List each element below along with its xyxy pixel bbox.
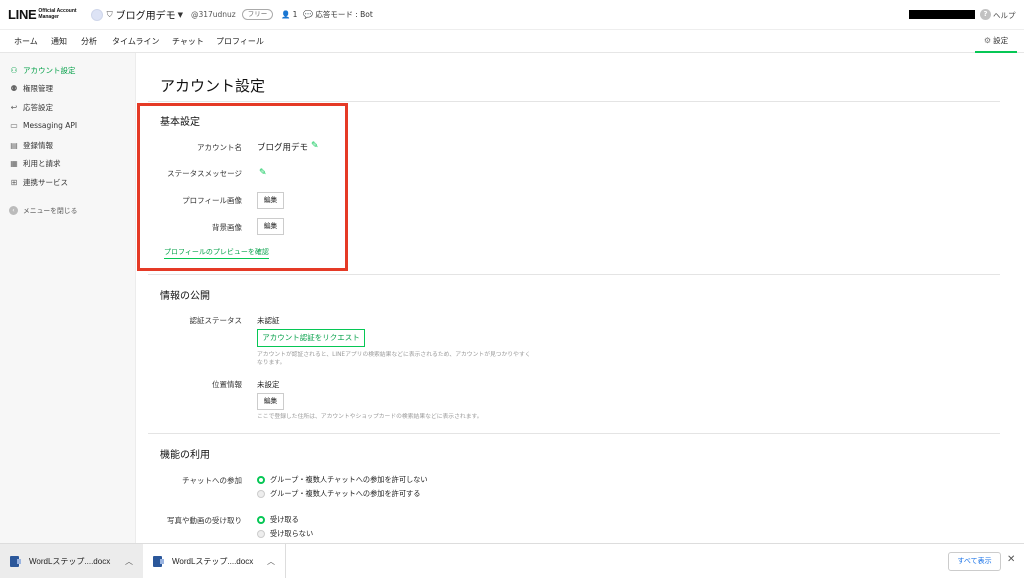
- download-item[interactable]: WordLステップ....docx ︿: [143, 544, 286, 578]
- help-icon[interactable]: ?: [980, 9, 991, 20]
- radio-unselected[interactable]: [257, 490, 265, 498]
- radio-label: 受け取る: [270, 515, 299, 524]
- sidebar: ⚇ アカウント設定 ⚉ 権限管理 ↩ 応答設定 ▭ Messaging API …: [0, 53, 136, 543]
- location-value: 未設定: [257, 380, 280, 389]
- logo-main: LINE: [8, 7, 37, 22]
- nav-timeline[interactable]: タイムライン: [112, 36, 159, 47]
- verify-status-label: 認証ステータス: [189, 316, 243, 325]
- reply-icon: ↩: [10, 103, 18, 112]
- divider: [148, 433, 1000, 434]
- nav-analytics[interactable]: 分析: [81, 36, 97, 47]
- verify-hint: アカウントが認証されると、LINEアプリの検索結果などに表示されるため、アカウン…: [257, 351, 531, 367]
- radio-selected[interactable]: [257, 476, 265, 484]
- sidebar-item-label: アカウント設定: [23, 66, 76, 75]
- section-public-title: 情報の公開: [160, 291, 210, 302]
- nav-profile[interactable]: プロフィール: [216, 36, 264, 47]
- user-icon: ⚇: [10, 66, 18, 75]
- verify-status-value: 未認証: [257, 316, 280, 325]
- account-avatar[interactable]: [90, 8, 103, 21]
- account-id: @317udnuz: [190, 10, 236, 19]
- logo-sub: Official Account Manager: [38, 8, 76, 20]
- sidebar-item-response[interactable]: ↩ 応答設定: [9, 102, 53, 113]
- request-verification-button[interactable]: アカウント認証をリクエスト: [257, 329, 365, 347]
- redacted-user-name[interactable]: [909, 10, 975, 19]
- chevron-up-icon[interactable]: ︿: [125, 556, 133, 567]
- section-features-title: 機能の利用: [160, 450, 210, 461]
- gear-icon: ⚙: [983, 36, 992, 45]
- top-bar: LINE Official Account Manager ⛉ ブログ用デモ ▼…: [0, 0, 1024, 30]
- nav-home[interactable]: ホーム: [14, 36, 38, 47]
- users-icon: ⚉: [10, 84, 18, 93]
- sidebar-item-permissions[interactable]: ⚉ 権限管理: [9, 83, 53, 94]
- word-doc-icon: [10, 556, 21, 567]
- location-hint: ここで登録した住所は、アカウントやショップカードの検索結果などに表示されます。: [257, 414, 483, 420]
- sidebar-item-billing[interactable]: ▦ 利用と請求: [9, 158, 61, 169]
- word-doc-icon: [153, 556, 164, 567]
- member-icon: 👤: [281, 10, 291, 19]
- location-edit-button[interactable]: 編集: [257, 393, 284, 410]
- verify-hint-line2: なります。: [257, 360, 286, 366]
- plan-badge: フリー: [241, 9, 274, 20]
- chat-join-option-allow[interactable]: グループ・複数人チャットへの参加を許可する: [257, 489, 420, 499]
- verify-hint-line1: アカウントが認証されると、LINEアプリの検索結果などに表示されるため、アカウン…: [257, 352, 531, 358]
- location-label: 位置情報: [212, 380, 242, 389]
- sidebar-item-label: 登録情報: [23, 141, 53, 150]
- close-menu-label: メニューを閉じる: [23, 207, 78, 215]
- response-mode[interactable]: 応答モード : Bot: [315, 9, 372, 20]
- sidebar-item-label: 権限管理: [23, 84, 53, 93]
- chevron-up-icon[interactable]: ︿: [267, 556, 275, 567]
- download-item[interactable]: WordLステップ....docx ︿: [0, 544, 143, 578]
- page-title: アカウント設定: [160, 77, 266, 95]
- nav-settings[interactable]: ⚙ 設定: [975, 30, 1017, 53]
- message-icon: ▭: [10, 121, 18, 130]
- close-menu-button[interactable]: ‹ メニューを閉じる: [9, 205, 77, 215]
- divider: [148, 274, 1000, 275]
- media-receive-option-yes[interactable]: 受け取る: [257, 515, 299, 525]
- divider: [148, 101, 1000, 102]
- link-service-icon: ⊞: [10, 178, 18, 187]
- download-filename: WordLステップ....docx: [172, 557, 254, 566]
- chevron-left-icon: ‹: [9, 205, 18, 215]
- download-bar: WordLステップ....docx ︿ WordLステップ....docx ︿ …: [0, 543, 1024, 578]
- nav-settings-label: 設定: [993, 36, 1009, 45]
- shield-icon: ⛉: [106, 9, 113, 19]
- media-receive-option-no[interactable]: 受け取らない: [257, 529, 313, 539]
- nav-notifications[interactable]: 通知: [51, 36, 67, 47]
- radio-label: グループ・複数人チャットへの参加を許可しない: [270, 475, 428, 484]
- sidebar-item-label: 連携サービス: [23, 178, 68, 187]
- line-logo[interactable]: LINE Official Account Manager: [8, 7, 77, 22]
- document-icon: ▤: [10, 141, 18, 150]
- sidebar-item-services[interactable]: ⊞ 連携サービス: [9, 177, 68, 188]
- download-filename: WordLステップ....docx: [29, 557, 111, 566]
- invoice-icon: ▦: [10, 159, 18, 168]
- chat-join-label: チャットへの参加: [182, 476, 242, 485]
- chevron-down-icon[interactable]: ▼: [178, 11, 183, 19]
- account-name[interactable]: ブログ用デモ: [116, 7, 176, 22]
- nav-chat[interactable]: チャット: [172, 36, 204, 47]
- chat-bubble-icon: 💬: [303, 10, 314, 19]
- media-receive-label: 写真や動画の受け取り: [167, 516, 242, 525]
- close-icon[interactable]: ✕: [1007, 554, 1015, 565]
- sidebar-item-messaging-api[interactable]: ▭ Messaging API: [9, 121, 77, 130]
- radio-selected[interactable]: [257, 516, 265, 524]
- radio-label: 受け取らない: [270, 529, 314, 538]
- logo-sub-line2: Manager: [38, 13, 59, 20]
- main-nav: ホーム 通知 分析 タイムライン チャット プロフィール ⚙ 設定: [0, 30, 1024, 53]
- chat-join-option-deny[interactable]: グループ・複数人チャットへの参加を許可しない: [257, 475, 428, 485]
- highlight-box: [137, 103, 348, 271]
- sidebar-item-registration[interactable]: ▤ 登録情報: [9, 140, 53, 151]
- member-count[interactable]: 1: [293, 10, 298, 19]
- sidebar-item-label: 利用と請求: [23, 159, 61, 168]
- sidebar-item-account-settings[interactable]: ⚇ アカウント設定: [9, 65, 76, 76]
- sidebar-item-label: 応答設定: [23, 103, 53, 112]
- help-link[interactable]: ヘルプ: [993, 10, 1016, 21]
- sidebar-item-label: Messaging API: [23, 121, 78, 130]
- show-all-downloads-button[interactable]: すべて表示: [948, 552, 1001, 571]
- radio-label: グループ・複数人チャットへの参加を許可する: [270, 489, 421, 498]
- radio-unselected[interactable]: [257, 530, 265, 538]
